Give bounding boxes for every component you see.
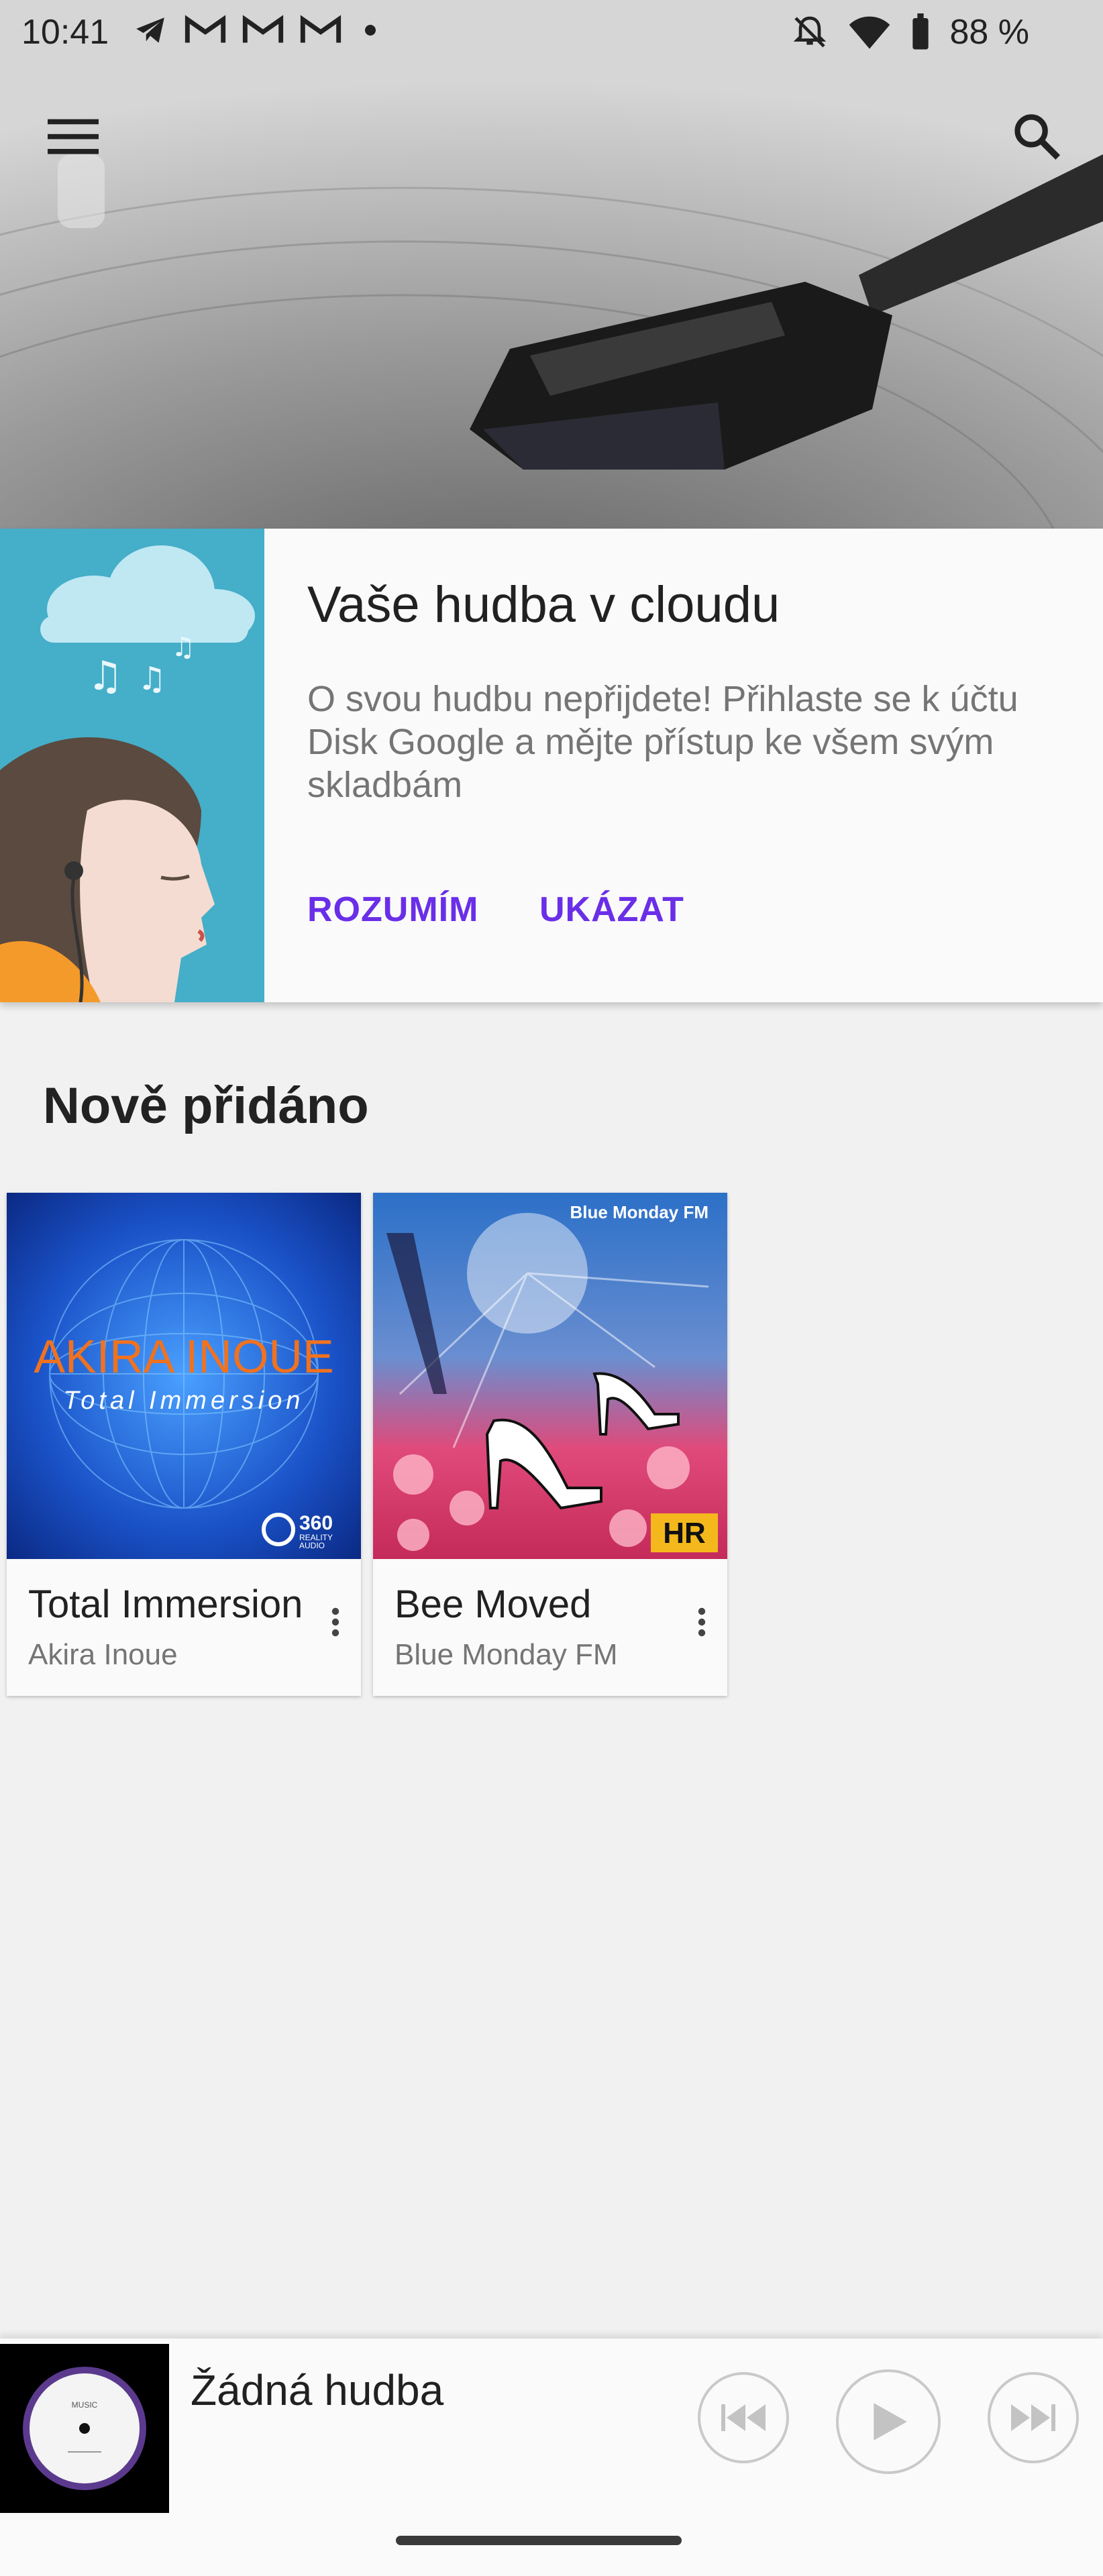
disc-label: MUSIC (72, 2400, 98, 2410)
album-art-bee-moved: Blue Monday FM HR (373, 1193, 727, 1559)
system-status: 88 % (791, 12, 1029, 52)
album-title: Total Immersion (28, 1582, 303, 1626)
play-button[interactable] (836, 2369, 941, 2474)
album-artist: Blue Monday FM (395, 1638, 618, 1671)
section-title: Nově přidáno (43, 1077, 369, 1134)
hamburger-menu-icon (48, 119, 99, 154)
album-card-total-immersion[interactable]: AKIRA INOUE Total Immersion 360 REALITY … (7, 1193, 361, 1696)
badge-line-2: AUDIO (299, 1541, 325, 1550)
wifi-icon (849, 16, 890, 49)
more-vert-icon (331, 1607, 339, 1637)
hr-badge: HR (663, 1517, 706, 1550)
menu-button[interactable] (36, 99, 110, 173)
status-time: 10:41 (21, 13, 109, 52)
gmail-icon (300, 15, 342, 43)
next-button[interactable] (988, 2372, 1079, 2463)
svg-text:♫: ♫ (87, 653, 123, 700)
turntable-image (0, 0, 1103, 529)
gmail-icon (185, 15, 226, 43)
bell-off-icon (794, 16, 827, 48)
previous-button[interactable] (698, 2372, 789, 2463)
header-hero: 10:41 88 % (0, 0, 1103, 529)
badge-number: 360 (299, 1512, 333, 1534)
cover-title-text: Total Immersion (64, 1387, 305, 1415)
album-cover: AKIRA INOUE Total Immersion 360 REALITY … (7, 1193, 361, 1559)
album-art-total-immersion: AKIRA INOUE Total Immersion 360 REALITY … (7, 1193, 361, 1559)
album-overflow-menu[interactable] (315, 1589, 356, 1656)
search-icon (1014, 114, 1061, 160)
show-button[interactable]: UKÁZAT (539, 890, 684, 930)
cover-artist-text: AKIRA INOUE (34, 1330, 333, 1383)
gmail-icon (242, 15, 284, 43)
status-bar: 10:41 88 % (0, 0, 1103, 66)
play-icon (874, 2403, 907, 2440)
previous-icon (721, 2404, 766, 2431)
banner-illustration: ♫ ♫ ♫ (0, 529, 264, 1002)
more-vert-icon (698, 1607, 706, 1637)
search-button[interactable] (1000, 99, 1073, 173)
album-cover: Blue Monday FM HR (373, 1193, 727, 1559)
svg-text:♫: ♫ (171, 632, 195, 663)
cloud-banner: ♫ ♫ ♫ Vaše hudba v cloudu O svou hudbu nep… (0, 529, 1103, 1002)
now-playing-title: Žádná hudba (191, 2366, 444, 2414)
battery-icon (912, 13, 929, 50)
listener-illustration: ♫ ♫♫ (0, 529, 264, 1002)
album-title: Bee Moved (395, 1582, 592, 1626)
dot-icon (365, 25, 376, 36)
album-artist: Akira Inoue (28, 1638, 178, 1671)
album-overflow-menu[interactable] (682, 1589, 722, 1656)
cover-label-text: Blue Monday FM (570, 1202, 708, 1222)
next-icon (1011, 2404, 1055, 2431)
disc-icon: MUSIC (23, 2367, 146, 2490)
banner-message: O svou hudbu nepřijdete! Přihlaste se k … (307, 679, 1018, 805)
home-indicator[interactable] (396, 2536, 682, 2545)
now-playing-art: MUSIC (0, 2344, 169, 2513)
battery-percent: 88 % (949, 13, 1029, 52)
notification-icons (132, 13, 384, 47)
understand-button[interactable]: ROZUMÍM (307, 890, 478, 930)
telegram-icon (136, 17, 164, 43)
album-card-bee-moved[interactable]: Blue Monday FM HR Bee Moved Blue Monday … (373, 1193, 727, 1696)
svg-text:♫: ♫ (138, 660, 166, 698)
banner-title: Vaše hudba v cloudu (307, 576, 780, 633)
